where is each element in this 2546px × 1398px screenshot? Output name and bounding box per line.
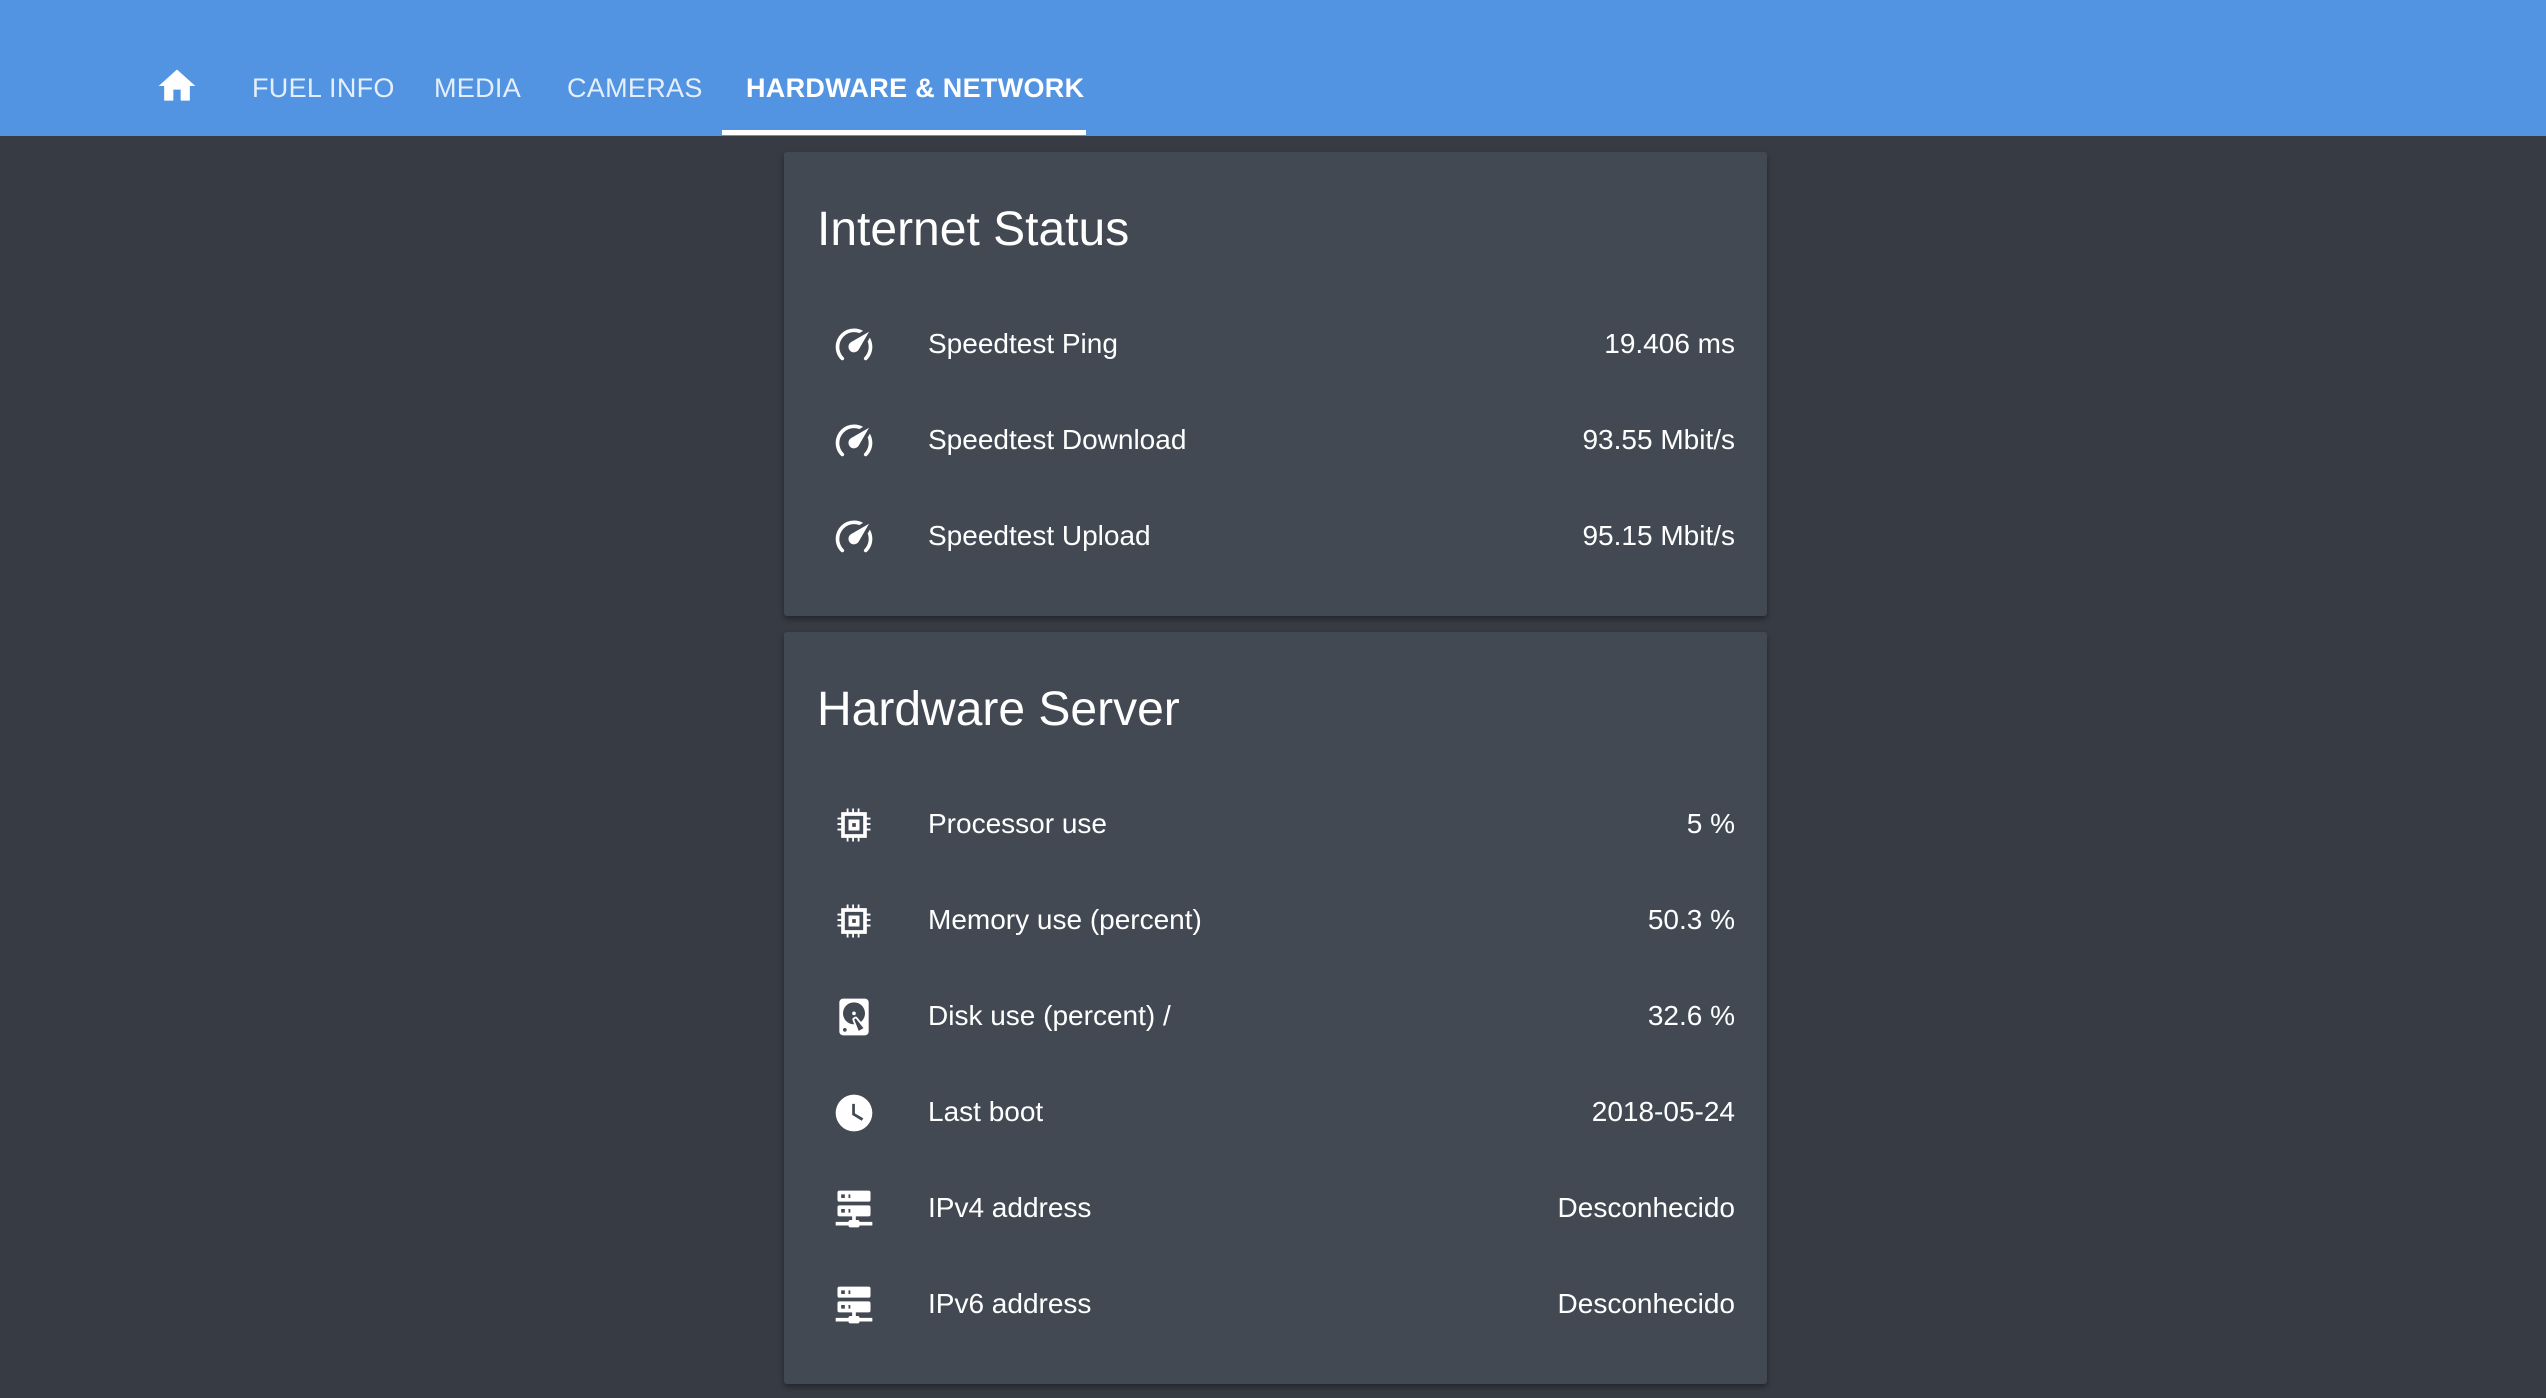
entity-label: Speedtest Ping	[928, 328, 1118, 359]
entity-value: 95.15 Mbit/s	[1582, 520, 1735, 551]
internet-status-card: Internet Status Speedtest Ping 19.406 ms…	[784, 152, 1767, 616]
clock-icon	[832, 1091, 876, 1135]
entity-row-disk-use[interactable]: Disk use (percent) / 32.6 %	[784, 968, 1767, 1064]
entity-row-memory-use[interactable]: Memory use (percent) 50.3 %	[784, 872, 1767, 968]
entity-label: Memory use (percent)	[928, 904, 1202, 935]
tab-fuel-info[interactable]: FUEL INFO	[252, 0, 395, 136]
entity-row-last-boot[interactable]: Last boot 2018-05-24	[784, 1064, 1767, 1160]
entity-value: 5 %	[1686, 808, 1735, 839]
entity-row-speedtest-ping[interactable]: Speedtest Ping 19.406 ms	[784, 296, 1767, 392]
entity-value: 93.55 Mbit/s	[1582, 424, 1735, 455]
active-tab-indicator	[722, 130, 1086, 135]
entity-value: 19.406 ms	[1604, 328, 1735, 359]
entity-label: Processor use	[928, 808, 1107, 839]
entity-row-speedtest-upload[interactable]: Speedtest Upload 95.15 Mbit/s	[784, 488, 1767, 584]
entity-label: Speedtest Upload	[928, 520, 1151, 551]
entity-value: 2018-05-24	[1591, 1096, 1735, 1127]
speedometer-icon	[832, 323, 876, 367]
card-title: Internet Status	[817, 203, 1130, 256]
entity-label: Speedtest Download	[928, 424, 1187, 455]
tab-media[interactable]: MEDIA	[434, 0, 521, 136]
server-network-icon	[832, 1283, 876, 1327]
entity-row-ipv6-address[interactable]: IPv6 address Desconhecido	[784, 1256, 1767, 1352]
chip-icon	[832, 899, 876, 943]
hardware-server-card: Hardware Server Processor use 5 % Memory…	[784, 632, 1767, 1384]
entity-row-speedtest-download[interactable]: Speedtest Download 93.55 Mbit/s	[784, 392, 1767, 488]
speedometer-icon	[832, 515, 876, 559]
top-app-bar: FUEL INFO MEDIA CAMERAS HARDWARE & NETWO…	[0, 0, 2546, 136]
chip-icon	[832, 803, 876, 847]
entity-label: IPv6 address	[928, 1288, 1092, 1319]
entity-label: Disk use (percent) /	[928, 1000, 1171, 1031]
entity-value: Desconhecido	[1557, 1192, 1735, 1223]
entity-row-ipv4-address[interactable]: IPv4 address Desconhecido	[784, 1160, 1767, 1256]
harddisk-icon	[832, 995, 876, 1039]
home-icon	[158, 69, 196, 101]
view-tabs: FUEL INFO MEDIA CAMERAS HARDWARE & NETWO…	[0, 0, 2546, 136]
entity-value: Desconhecido	[1557, 1288, 1735, 1319]
entity-label: Last boot	[928, 1096, 1044, 1127]
entity-row-processor-use[interactable]: Processor use 5 %	[784, 776, 1767, 872]
tab-cameras[interactable]: CAMERAS	[567, 0, 703, 136]
card-title: Hardware Server	[817, 683, 1180, 736]
server-network-icon	[832, 1187, 876, 1231]
tab-hardware-network[interactable]: HARDWARE & NETWORK	[746, 0, 1084, 136]
tab-home[interactable]	[155, 64, 199, 108]
entity-value: 50.3 %	[1647, 904, 1735, 935]
speedometer-icon	[832, 419, 876, 463]
entity-value: 32.6 %	[1647, 1000, 1735, 1031]
entity-label: IPv4 address	[928, 1192, 1092, 1223]
